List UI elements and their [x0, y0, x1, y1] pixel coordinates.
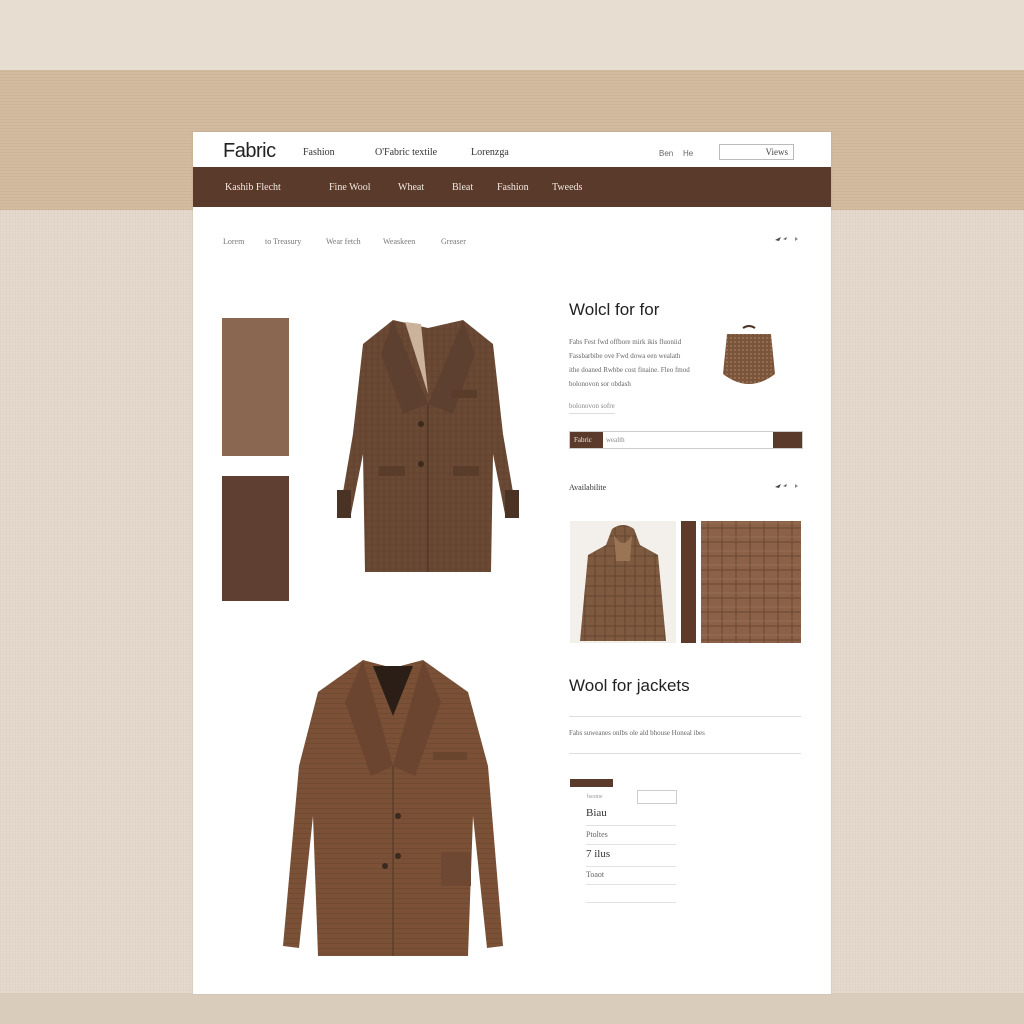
color-swatch-dark[interactable] — [222, 476, 289, 601]
top-nav-link-textile[interactable]: O'Fabric textile — [375, 147, 437, 158]
background-band-bottom — [0, 993, 1024, 1024]
share-icon[interactable] — [773, 481, 801, 491]
price-item[interactable]: Ptoltes — [586, 830, 608, 839]
fabric-selector-label: Fabric — [570, 432, 603, 448]
availability-label: Availabilite — [569, 483, 607, 492]
category-link-1[interactable]: Kashib Flecht — [225, 182, 281, 193]
option-label: bsome — [587, 794, 603, 800]
breadcrumb-item[interactable]: Greaser — [441, 237, 466, 246]
color-swatch-light[interactable] — [222, 318, 289, 456]
product-page: Fabric Fashion O'Fabric textile Lorenzga… — [193, 132, 831, 994]
divider — [586, 825, 676, 826]
selected-option-bar[interactable] — [570, 779, 613, 787]
divider — [586, 866, 676, 867]
top-nav-link-lorenzga[interactable]: Lorenzga — [471, 147, 509, 158]
category-link-fine-wool[interactable]: Fine Wool — [329, 182, 371, 193]
coat-product-image[interactable] — [333, 314, 523, 576]
divider — [586, 884, 676, 885]
brand-logo[interactable]: Fabric — [223, 140, 276, 163]
share-icon[interactable] — [773, 234, 801, 244]
product-title: Wolcl for for — [569, 300, 660, 319]
gallery-image-swatch[interactable] — [681, 521, 696, 643]
price-item[interactable]: Biau — [586, 807, 607, 819]
breadcrumb-item[interactable]: to Treasury — [265, 237, 301, 246]
search-input[interactable]: Views — [719, 144, 794, 160]
divider — [586, 902, 676, 903]
description-line: Fassbarbibe ove Fwd dowa een wealath — [569, 352, 681, 360]
product-description: Fabs Fest fwd offbore mirk ikis fluoniid… — [569, 335, 719, 391]
category-link-bleat[interactable]: Bleat — [452, 182, 473, 193]
details-link[interactable]: bolonovon sofre — [569, 402, 615, 414]
breadcrumb-item[interactable]: Lorem — [223, 237, 244, 246]
category-link-wheat[interactable]: Wheat — [398, 182, 424, 193]
description-line: bolonovon sor obdash — [569, 380, 631, 388]
top-header: Fabric Fashion O'Fabric textile Lorenzga… — [193, 132, 831, 167]
account-link[interactable]: Ben — [659, 149, 673, 158]
price-item[interactable]: 7 ilus — [586, 848, 610, 860]
price-item[interactable]: Toaot — [586, 870, 604, 879]
breadcrumb-item[interactable]: Weaskeen — [383, 237, 415, 246]
help-link[interactable]: He — [683, 149, 693, 158]
availability-icons[interactable] — [773, 481, 801, 494]
breadcrumb-item[interactable]: Wear fetch — [326, 237, 361, 246]
description-line: Fabs Fest fwd offbore mirk ikis fluoniid — [569, 338, 682, 346]
background-band-top — [0, 0, 1024, 70]
category-link-tweeds[interactable]: Tweeds — [552, 182, 582, 193]
fabric-selector[interactable]: Fabric wealth — [569, 431, 803, 449]
fabric-selector-input[interactable]: wealth — [606, 432, 625, 448]
description-line: ithe doaned Rwbbe cost finaine. Fleo fmo… — [569, 366, 690, 374]
category-link-fashion[interactable]: Fashion — [497, 182, 529, 193]
divider — [586, 844, 676, 845]
section-description: Fabs suweanes onlbs ole ald bhouse Honea… — [569, 729, 705, 737]
option-input[interactable] — [637, 790, 677, 804]
gallery-image-model[interactable] — [570, 521, 676, 643]
share-icons[interactable] — [773, 234, 801, 247]
bag-thumbnail-image[interactable] — [721, 324, 777, 396]
category-bar: Kashib Flecht Fine Wool Wheat Bleat Fash… — [193, 167, 831, 207]
gallery-image-fabric[interactable] — [701, 521, 801, 643]
divider — [569, 753, 801, 754]
jacket-product-image[interactable] — [263, 656, 523, 962]
top-nav-link-fashion[interactable]: Fashion — [303, 147, 335, 158]
divider — [569, 716, 801, 717]
fabric-selector-button[interactable] — [773, 432, 802, 448]
section-title: Wool for jackets — [569, 676, 690, 695]
